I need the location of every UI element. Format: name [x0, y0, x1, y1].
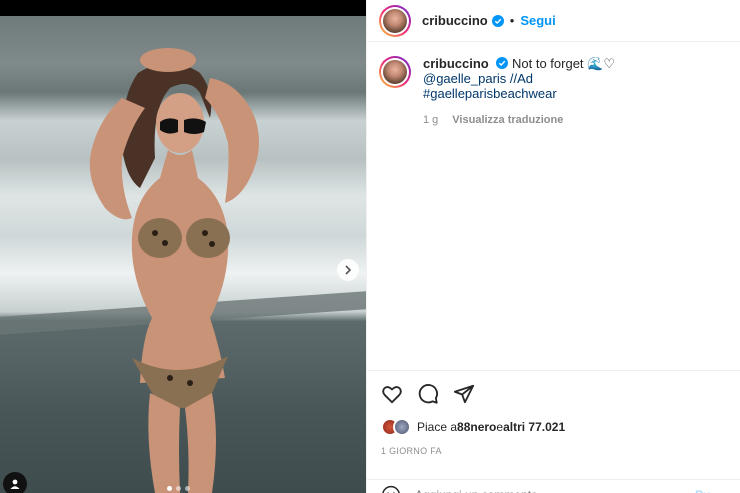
avatar: [393, 418, 411, 436]
photo-subject: [60, 38, 280, 493]
user-tag-button[interactable]: [3, 472, 27, 493]
user-tag-icon: [10, 479, 20, 489]
carousel-dot: [185, 486, 190, 491]
header-separator: •: [509, 13, 515, 28]
follow-button[interactable]: Segui: [520, 13, 555, 28]
likes-middle: e: [496, 420, 504, 434]
caption-username[interactable]: cribuccino: [423, 56, 489, 71]
comment-icon[interactable]: [417, 383, 439, 405]
carousel-dots: [167, 486, 190, 491]
chevron-right-icon: [345, 265, 352, 275]
likes-prefix: Piace a: [417, 420, 458, 434]
post-comment-button[interactable]: Pu: [695, 488, 710, 493]
caption: cribuccino Not to forget 🌊♡ @gaelle_pari…: [379, 56, 729, 128]
post-sidebar: cribuccino • Segui cribuccino Not to for…: [366, 0, 740, 493]
likes-others[interactable]: altri 77.021: [503, 420, 565, 434]
post-header: cribuccino • Segui: [367, 0, 740, 42]
caption-avatar[interactable]: [379, 56, 411, 88]
photo-subject-illustration: [89, 48, 259, 493]
carousel-dot: [176, 486, 181, 491]
caption-body: cribuccino Not to forget 🌊♡ @gaelle_pari…: [423, 56, 615, 128]
heart-icon[interactable]: [381, 383, 403, 405]
caption-text: Not to forget 🌊♡: [512, 56, 615, 71]
comment-bar: Pu: [367, 479, 740, 493]
verified-badge-icon: [491, 14, 504, 27]
header-username[interactable]: cribuccino: [422, 13, 488, 28]
comment-input[interactable]: [415, 487, 675, 493]
media-top-bar: [0, 0, 366, 16]
liker-avatars: [381, 418, 411, 436]
caption-mention-link[interactable]: @gaelle_paris //Ad: [423, 71, 615, 86]
action-row: [381, 383, 475, 405]
caption-meta: 1 g Visualizza traduzione: [423, 113, 615, 128]
caption-time: 1 g: [423, 114, 439, 126]
avatar[interactable]: [379, 4, 411, 37]
post-actions: Piace a 88nero e altri 77.021 1 GIORNO F…: [367, 370, 740, 493]
likes-user[interactable]: 88nero: [457, 420, 496, 434]
emoji-icon[interactable]: [381, 485, 401, 493]
caption-hashtag-link[interactable]: #gaelleparisbeachwear: [423, 86, 615, 101]
carousel-dot: [167, 486, 172, 491]
post-media[interactable]: [0, 16, 366, 493]
post-date: 1 GIORNO FA: [381, 446, 442, 456]
paper-plane-icon[interactable]: [453, 383, 475, 405]
carousel-next-button[interactable]: [337, 259, 359, 281]
likes-summary[interactable]: Piace a 88nero e altri 77.021: [381, 418, 565, 436]
translate-link[interactable]: Visualizza traduzione: [452, 113, 563, 128]
verified-badge-icon: [496, 57, 509, 69]
